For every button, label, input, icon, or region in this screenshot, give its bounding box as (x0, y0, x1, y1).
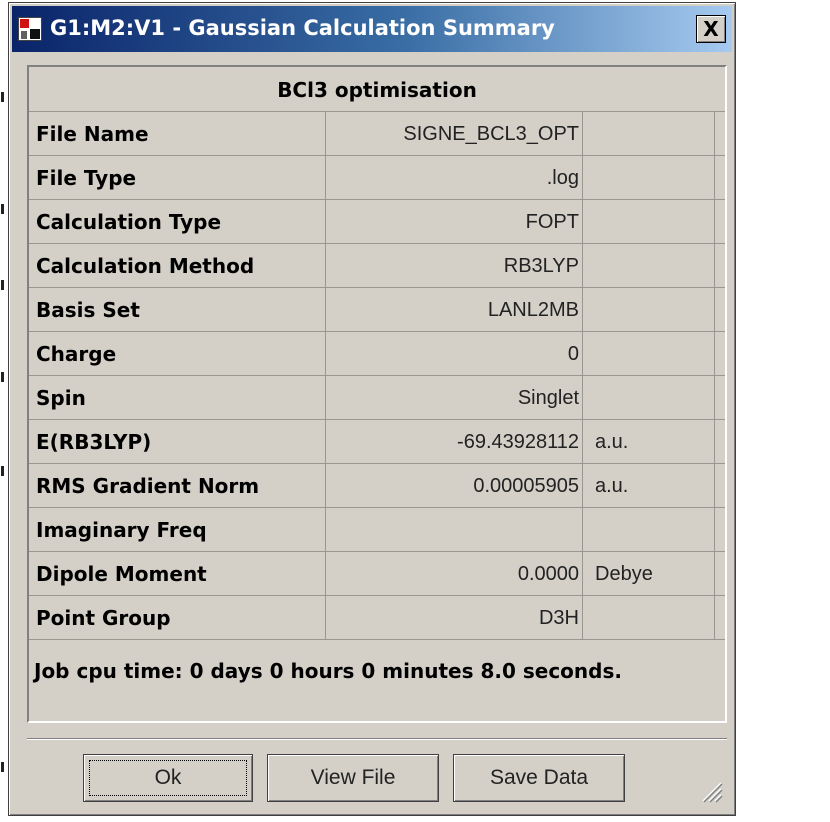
row-value: FOPT (326, 200, 583, 243)
summary-table: BCl3 optimisation File Name SIGNE_BCL3_O… (27, 65, 727, 723)
row-unit: a.u. (583, 464, 715, 507)
row-unit (583, 508, 715, 551)
edge-mark (1, 372, 4, 382)
job-cpu-time: Job cpu time: 0 days 0 hours 0 minutes 8… (34, 659, 622, 683)
table-row: File Name SIGNE_BCL3_OPT (29, 112, 725, 156)
edge-mark (1, 466, 4, 476)
row-value: -69.43928112 (326, 420, 583, 463)
row-value: D3H (326, 596, 583, 639)
row-label: Spin (29, 376, 326, 419)
close-icon: X (703, 17, 719, 41)
table-row: Imaginary Freq (29, 508, 725, 552)
divider (27, 738, 727, 740)
table-row: Dipole Moment 0.0000 Debye (29, 552, 725, 596)
row-value: 0 (326, 332, 583, 375)
row-label: File Name (29, 112, 326, 155)
window-title: G1:M2:V1 - Gaussian Calculation Summary (50, 16, 555, 40)
table-row: RMS Gradient Norm 0.00005905 a.u. (29, 464, 725, 508)
row-label: Calculation Type (29, 200, 326, 243)
row-value: LANL2MB (326, 288, 583, 331)
row-label: Calculation Method (29, 244, 326, 287)
edge-mark (1, 204, 4, 214)
save-data-button[interactable]: Save Data (453, 754, 625, 802)
row-unit (583, 376, 715, 419)
table-title: BCl3 optimisation (29, 67, 725, 112)
row-label: Dipole Moment (29, 552, 326, 595)
row-value: .log (326, 156, 583, 199)
table-row: Point Group D3H (29, 596, 725, 640)
row-value (326, 508, 583, 551)
row-label: Point Group (29, 596, 326, 639)
table-row: Calculation Method RB3LYP (29, 244, 725, 288)
row-value: RB3LYP (326, 244, 583, 287)
row-unit (583, 332, 715, 375)
row-unit (583, 596, 715, 639)
table-row: Spin Singlet (29, 376, 725, 420)
row-unit (583, 112, 715, 155)
row-value: 0.00005905 (326, 464, 583, 507)
row-value: Singlet (326, 376, 583, 419)
table-row: File Type .log (29, 156, 725, 200)
edge-mark (1, 762, 4, 772)
close-button[interactable]: X (696, 15, 726, 43)
row-value: SIGNE_BCL3_OPT (326, 112, 583, 155)
edge-mark (1, 280, 4, 290)
calculation-summary-dialog: G1:M2:V1 - Gaussian Calculation Summary … (8, 2, 736, 816)
row-label: E(RB3LYP) (29, 420, 326, 463)
table-row: Charge 0 (29, 332, 725, 376)
ok-button[interactable]: Ok (83, 754, 253, 802)
save-data-button-label: Save Data (489, 766, 589, 789)
focus-ring (89, 760, 247, 796)
row-label: RMS Gradient Norm (29, 464, 326, 507)
row-label: File Type (29, 156, 326, 199)
row-label: Basis Set (29, 288, 326, 331)
edge-mark (1, 92, 4, 102)
gaussview-app-icon[interactable] (18, 17, 42, 41)
row-unit: Debye (583, 552, 715, 595)
row-label: Charge (29, 332, 326, 375)
row-unit: a.u. (583, 420, 715, 463)
row-unit (583, 156, 715, 199)
row-label: Imaginary Freq (29, 508, 326, 551)
table-row: Calculation Type FOPT (29, 200, 725, 244)
title-bar[interactable]: G1:M2:V1 - Gaussian Calculation Summary … (12, 6, 732, 52)
row-value: 0.0000 (326, 552, 583, 595)
background-edge-marks (0, 0, 6, 822)
table-row: E(RB3LYP) -69.43928112 a.u. (29, 420, 725, 464)
view-file-button[interactable]: View File (267, 754, 439, 802)
row-unit (583, 200, 715, 243)
resize-grip-icon[interactable] (699, 779, 723, 803)
row-unit (583, 288, 715, 331)
row-unit (583, 244, 715, 287)
view-file-button-label: View File (310, 766, 396, 789)
table-row: Basis Set LANL2MB (29, 288, 725, 332)
